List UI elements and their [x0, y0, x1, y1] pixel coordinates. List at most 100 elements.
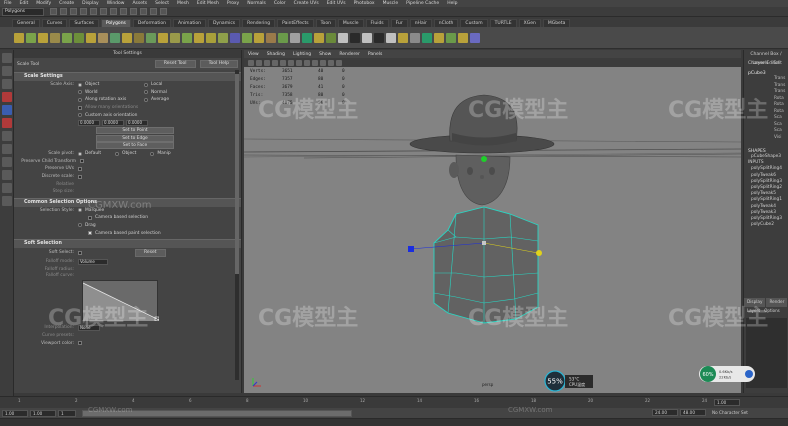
textured-icon[interactable]	[296, 59, 302, 66]
manip-center[interactable]	[482, 241, 486, 245]
xray-icon[interactable]	[328, 59, 334, 66]
axis-local-radio[interactable]: Local	[144, 82, 162, 87]
shelf-tool-icon[interactable]	[458, 32, 468, 43]
axis-y-field[interactable]: 0.0000	[102, 119, 124, 126]
viewport-menu-lighting[interactable]: Lighting	[293, 52, 311, 57]
select-tool-icon[interactable]	[2, 53, 12, 63]
shelf-tool-icon[interactable]	[254, 32, 264, 43]
shelf-tool-icon[interactable]	[470, 32, 480, 43]
shelf-tool-icon[interactable]	[110, 32, 120, 43]
falloff-mode-select[interactable]: Volume	[78, 258, 108, 265]
shelf-tool-icon[interactable]	[362, 32, 372, 43]
shelf-tool-icon[interactable]	[434, 32, 444, 43]
pivot-default-radio[interactable]: Default	[78, 151, 101, 156]
axis-normal-radio[interactable]: Normal	[144, 90, 167, 95]
set-to-face-button[interactable]: Set to Face	[96, 142, 174, 150]
axis-z-field[interactable]: 0.0000	[126, 119, 148, 126]
shelf-tool-icon[interactable]	[14, 32, 24, 43]
manip-handle-x[interactable]	[536, 250, 542, 256]
channel-attr[interactable]: Visi	[744, 135, 788, 142]
menu-proxy[interactable]: Proxy	[227, 1, 239, 6]
camera-based-checkbox[interactable]: Camera based selection	[88, 215, 148, 220]
end-time-field[interactable]: 48.00	[680, 409, 706, 416]
section-scale-settings[interactable]: Scale Settings	[14, 72, 241, 81]
snap-grid-icon[interactable]	[110, 8, 117, 15]
shelf-tab-mgbeta[interactable]: MGbeta	[542, 19, 571, 27]
playback-end-field[interactable]: 24.00	[652, 409, 678, 416]
image-plane-icon[interactable]	[264, 59, 270, 66]
shelf-tab-fur[interactable]: Fur	[390, 19, 408, 27]
shelf-tool-icon[interactable]	[398, 32, 408, 43]
shelf-tab-rendering[interactable]: Rendering	[242, 19, 276, 27]
last-tool-icon[interactable]	[2, 131, 12, 141]
new-scene-icon[interactable]	[50, 8, 57, 15]
shelf-tab-turtle[interactable]: TURTLE	[489, 19, 517, 27]
viewport-menu-show[interactable]: Show	[319, 52, 331, 57]
shelf-tab-dynamics[interactable]: Dynamics	[207, 19, 241, 27]
axis-average-radio[interactable]: Average	[144, 97, 169, 102]
menu-modify[interactable]: Modify	[36, 1, 51, 6]
shelf-tab-ncloth[interactable]: nCloth	[433, 19, 459, 27]
axis-rotation-radio[interactable]: Along rotation axis	[78, 97, 130, 102]
shelf-tool-icon[interactable]	[218, 32, 228, 43]
shelf-tool-icon[interactable]	[50, 32, 60, 43]
menu-display[interactable]: Display	[82, 1, 99, 6]
shelf-tab-custom[interactable]: Custom	[460, 19, 488, 27]
shelf-tool-icon[interactable]	[230, 32, 240, 43]
pivot-manip-radio[interactable]: Manip	[150, 151, 171, 156]
shelf-tab-xgen[interactable]: XGen	[518, 19, 541, 27]
bookmark-icon[interactable]	[256, 59, 262, 66]
shelf-tab-fluids[interactable]: Fluids	[365, 19, 389, 27]
select-hierarchy-icon[interactable]	[80, 8, 87, 15]
shelf-tool-icon[interactable]	[38, 32, 48, 43]
set-to-edge-button[interactable]: Set to Edge	[96, 134, 174, 142]
viewport-menu-panels[interactable]: Panels	[368, 52, 382, 57]
shelf-tool-icon[interactable]	[146, 32, 156, 43]
shelf-tool-icon[interactable]	[386, 32, 396, 43]
menu-photobox[interactable]: Photobox	[354, 1, 375, 6]
shelf-tab-nhair[interactable]: nHair	[409, 19, 432, 27]
shelf-tool-icon[interactable]	[278, 32, 288, 43]
shelf-tool-icon[interactable]	[86, 32, 96, 43]
move-tool-icon[interactable]	[2, 92, 12, 102]
shelf-tool-icon[interactable]	[350, 32, 360, 43]
reset-tool-button[interactable]: Reset Tool	[154, 60, 196, 68]
edit-menu[interactable]: Edit	[773, 61, 782, 66]
rotate-tool-icon[interactable]	[2, 105, 12, 115]
menu-edit[interactable]: Edit	[20, 1, 29, 6]
menu-file[interactable]: File	[4, 1, 12, 6]
menu-edit-mesh[interactable]: Edit Mesh	[197, 1, 219, 6]
shelf-tool-icon[interactable]	[74, 32, 84, 43]
camera-icon[interactable]	[248, 59, 254, 66]
shelf-tab-muscle[interactable]: Muscle	[337, 19, 364, 27]
manip-handle-z[interactable]	[408, 246, 414, 252]
shelf-tool-icon[interactable]	[374, 32, 384, 43]
save-scene-icon[interactable]	[70, 8, 77, 15]
single-view-icon[interactable]	[2, 144, 12, 154]
viewport-menu-renderer[interactable]: Renderer	[339, 52, 360, 57]
shelf-tab-polygons[interactable]: Polygons	[100, 19, 131, 27]
input-node[interactable]: polySplitRing4	[744, 166, 788, 172]
playback-start-field[interactable]: 1.00	[30, 409, 56, 417]
camera-paint-checkbox[interactable]: Camera based paint selection	[88, 231, 161, 236]
head-mesh[interactable]	[449, 154, 511, 206]
shelf-tool-icon[interactable]	[62, 32, 72, 43]
render-icon[interactable]	[140, 8, 147, 15]
axis-x-field[interactable]: 0.0000	[78, 119, 100, 126]
drag-radio[interactable]: Drag	[78, 223, 96, 228]
open-scene-icon[interactable]	[60, 8, 67, 15]
wireframe-icon[interactable]	[280, 59, 286, 66]
ipr-render-icon[interactable]	[150, 8, 157, 15]
menu-help[interactable]: Help	[447, 1, 457, 6]
shelf-tool-icon[interactable]	[242, 32, 252, 43]
allow-many-checkbox[interactable]: Allow many orientations	[78, 105, 138, 110]
shelf-tool-icon[interactable]	[98, 32, 108, 43]
shelf-tool-icon[interactable]	[326, 32, 336, 43]
preserve-uvs-checkbox[interactable]	[78, 166, 82, 171]
start-time-field[interactable]: 1.00	[2, 409, 28, 417]
menu-create-uvs[interactable]: Create UVs	[294, 1, 319, 6]
shadows-icon[interactable]	[312, 59, 318, 66]
menu-create[interactable]: Create	[59, 1, 74, 6]
soft-select-checkbox[interactable]	[78, 250, 82, 255]
manip-handle-y[interactable]	[481, 156, 487, 162]
